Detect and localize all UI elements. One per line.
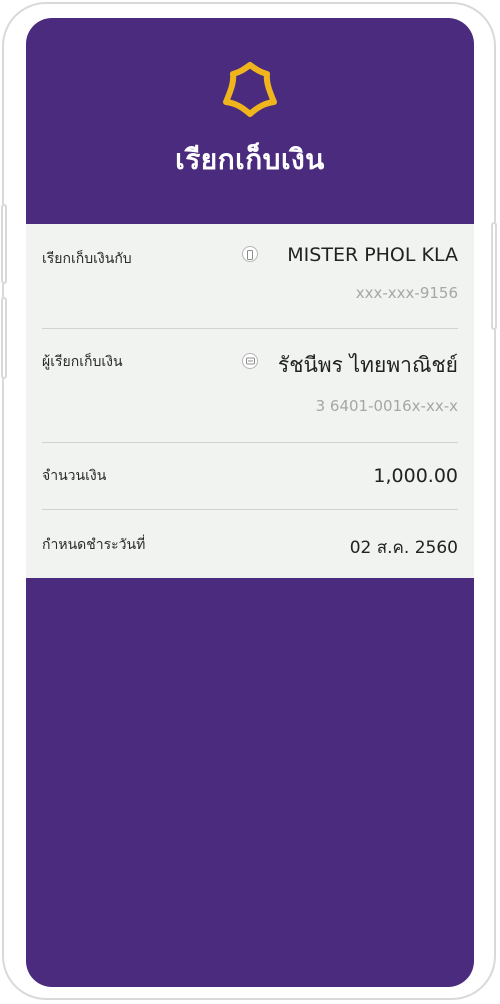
id-card-icon — [242, 353, 258, 369]
payer-name: MISTER PHOL KLA — [287, 244, 458, 266]
payer-phone: xxx-xxx-9156 — [355, 284, 458, 302]
volume-down-button — [1, 297, 7, 379]
app-screen: เรียกเก็บเงิน เรียกเก็บเงินกับ MISTER PH… — [26, 18, 474, 987]
requester-label: ผู้เรียกเก็บเงิน — [42, 354, 123, 370]
page-title: เรียกเก็บเงิน — [175, 143, 325, 176]
due-date-label: กำหนดชำระวันที่ — [42, 537, 146, 553]
volume-up-button — [1, 204, 7, 284]
amount-label: จำนวนเงิน — [42, 468, 107, 484]
scb-bank-logo-icon — [223, 62, 277, 117]
payer-row: เรียกเก็บเงินกับ MISTER PHOL KLA xxx-xxx… — [42, 224, 458, 328]
power-button — [491, 222, 497, 330]
amount-row: จำนวนเงิน 1,000.00 — [42, 443, 458, 509]
amount-value: 1,000.00 — [373, 465, 458, 487]
due-date-value: 02 ส.ค. 2560 — [349, 538, 458, 558]
request-summary-card: เรียกเก็บเงินกับ MISTER PHOL KLA xxx-xxx… — [26, 224, 474, 578]
requester-row: ผู้เรียกเก็บเงิน รัชนีพร ไทยพาณิชย์ 3 64… — [42, 329, 458, 443]
mobile-phone-icon — [242, 246, 258, 262]
requester-name: รัชนีพร ไทยพาณิชย์ — [277, 353, 458, 377]
due-date-row: กำหนดชำระวันที่ 02 ส.ค. 2560 — [42, 510, 458, 578]
payer-label: เรียกเก็บเงินกับ — [42, 251, 132, 267]
requester-id: 3 6401-0016x-xx-x — [315, 397, 458, 415]
